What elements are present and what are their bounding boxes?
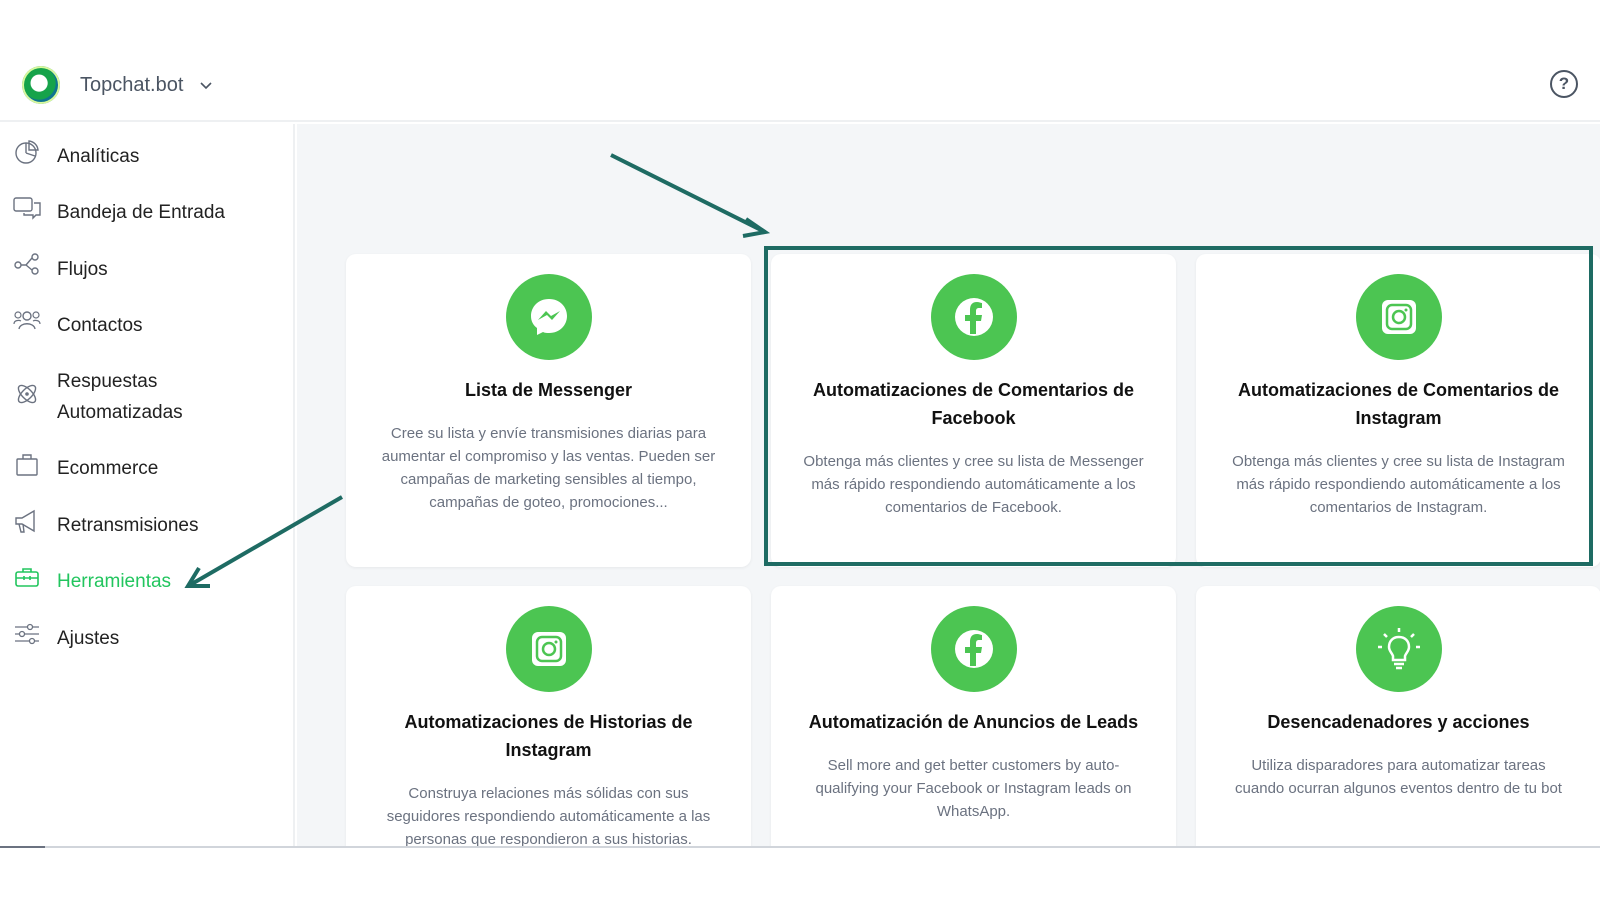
card-description-line: Obtenga más clientes y cree su lista de … — [803, 453, 1144, 470]
instagram-icon — [505, 606, 592, 692]
card-description-line: más rápido respondiendo automáticamente … — [1236, 476, 1561, 493]
brand-name: Topchat.bot — [80, 73, 184, 96]
sidebar-item-label: Bandeja de Entrada — [57, 202, 225, 223]
facebook-icon — [930, 274, 1017, 360]
card-description-line: campañas de marketing sensibles al tiemp… — [400, 471, 697, 488]
main-content: Lista de Messenger Cree su lista y envíe… — [297, 124, 1600, 847]
card-instagram-comments[interactable]: Automatizaciones de Comentarios de Insta… — [1196, 254, 1600, 567]
card-triggers-actions[interactable]: Desencadenadores y acciones Utiliza disp… — [1196, 586, 1600, 847]
card-description-line: más rápido respondiendo automáticamente … — [811, 476, 1136, 493]
card-description-line: WhatsApp. — [936, 803, 1011, 820]
chat-bubbles-icon — [13, 197, 41, 220]
card-instagram-stories[interactable]: Automatizaciones de Historias de Instagr… — [346, 586, 751, 847]
bottom-divider-mark — [0, 846, 45, 848]
help-glyph: ? — [1558, 74, 1570, 93]
sidebar-item-label: Ecommerce — [57, 458, 159, 479]
card-description: Obtenga más clientes y cree su lista de … — [1218, 450, 1579, 519]
card-description-line: campañas de goteo, promociones... — [429, 494, 668, 511]
sidebar-item-label: Analíticas — [57, 146, 140, 167]
bottom-divider — [0, 846, 1600, 848]
card-facebook-comments[interactable]: Automatizaciones de Comentarios de Faceb… — [771, 254, 1176, 567]
card-title: Automatizaciones de Comentarios de Insta… — [1216, 376, 1581, 432]
flow-icon — [14, 253, 39, 275]
card-description-line: personas que respondieron a sus historia… — [405, 831, 692, 847]
card-description-line: Cree su lista y envíe transmisiones diar… — [390, 425, 707, 442]
users-icon — [13, 311, 41, 330]
sidebar: Analíticas Bandeja de Entrada Flujos Con… — [0, 124, 295, 847]
sidebar-item-label: Respuestas — [57, 371, 158, 392]
chevron-down-icon — [200, 82, 212, 90]
help-icon[interactable]: ? — [1550, 70, 1578, 98]
shopping-bag-icon — [16, 454, 38, 476]
card-lead-ads[interactable]: Automatización de Anuncios de Leads Sell… — [771, 586, 1176, 847]
card-title-line: Instagram — [1355, 408, 1442, 428]
card-title: Automatización de Anuncios de Leads — [808, 712, 1139, 732]
card-description: Utiliza disparadores para automatizar ta… — [1218, 754, 1579, 800]
sidebar-item-label: Retransmisiones — [57, 515, 199, 536]
top-bar: Topchat.bot ? — [0, 50, 1600, 122]
facebook-icon — [930, 606, 1017, 692]
card-description-line: comentarios de Facebook. — [885, 499, 1062, 516]
lightbulb-icon — [1355, 606, 1442, 692]
card-title: Lista de Messenger — [464, 380, 633, 400]
card-title-line: Automatizaciones de Historias de — [404, 712, 693, 732]
card-title: Automatizaciones de Comentarios de Faceb… — [791, 376, 1156, 432]
sidebar-item-label: Ajustes — [57, 628, 120, 649]
card-title-line: Facebook — [931, 408, 1016, 428]
messenger-icon — [505, 274, 592, 360]
card-description-line: Construya relaciones más sólidas con sus — [408, 785, 689, 802]
card-messenger-list[interactable]: Lista de Messenger Cree su lista y envíe… — [346, 254, 751, 567]
card-description: Construya relaciones más sólidas con sus… — [368, 782, 729, 847]
card-title: Desencadenadores y acciones — [1267, 712, 1530, 732]
sidebar-item-label: Contactos — [57, 315, 143, 336]
brand-logo-icon — [22, 66, 60, 104]
card-description-line: comentarios de Instagram. — [1309, 499, 1488, 516]
card-description-line: Utiliza disparadores para automatizar ta… — [1251, 757, 1546, 774]
card-description-line: qualifying your Facebook or Instagram le… — [815, 780, 1132, 797]
workspace-switcher[interactable]: Topchat.bot — [22, 66, 213, 104]
sidebar-item-respuestas[interactable]: Respuestas Automatizadas — [0, 366, 295, 430]
card-description-line: Sell more and get better customers by au… — [827, 757, 1120, 774]
card-description: Obtenga más clientes y cree su lista de … — [793, 450, 1154, 519]
card-title: Automatizaciones de Historias de Instagr… — [366, 708, 731, 764]
app-root: Topchat.bot ? Analíticas Bandeja de Entr… — [0, 0, 1600, 848]
instagram-icon — [1355, 274, 1442, 360]
card-title-line: Automatizaciones de Comentarios de — [1237, 380, 1560, 400]
megaphone-icon — [15, 509, 35, 533]
card-description: Sell more and get better customers by au… — [793, 754, 1154, 823]
sidebar-item-label: Flujos — [57, 259, 108, 280]
pie-chart-icon — [15, 140, 39, 164]
card-title-line: Instagram — [505, 740, 592, 760]
sidebar-item-label-line2: Automatizadas — [57, 402, 183, 423]
card-title-line: Automatizaciones de Comentarios de — [812, 380, 1135, 400]
card-description-line: cuando ocurran algunos eventos dentro de… — [1235, 780, 1562, 797]
sidebar-item-label: Herramientas — [57, 571, 172, 592]
card-description-line: Obtenga más clientes y cree su lista de … — [1232, 453, 1565, 470]
toolbox-icon — [15, 568, 39, 587]
sliders-icon — [15, 623, 39, 645]
card-description-line: aumentar el compromiso y las ventas. Pue… — [381, 448, 716, 465]
card-description: Cree su lista y envíe transmisiones diar… — [368, 422, 729, 514]
card-description-line: seguidores respondiendo automáticamente … — [386, 808, 711, 825]
atom-icon — [17, 384, 37, 404]
